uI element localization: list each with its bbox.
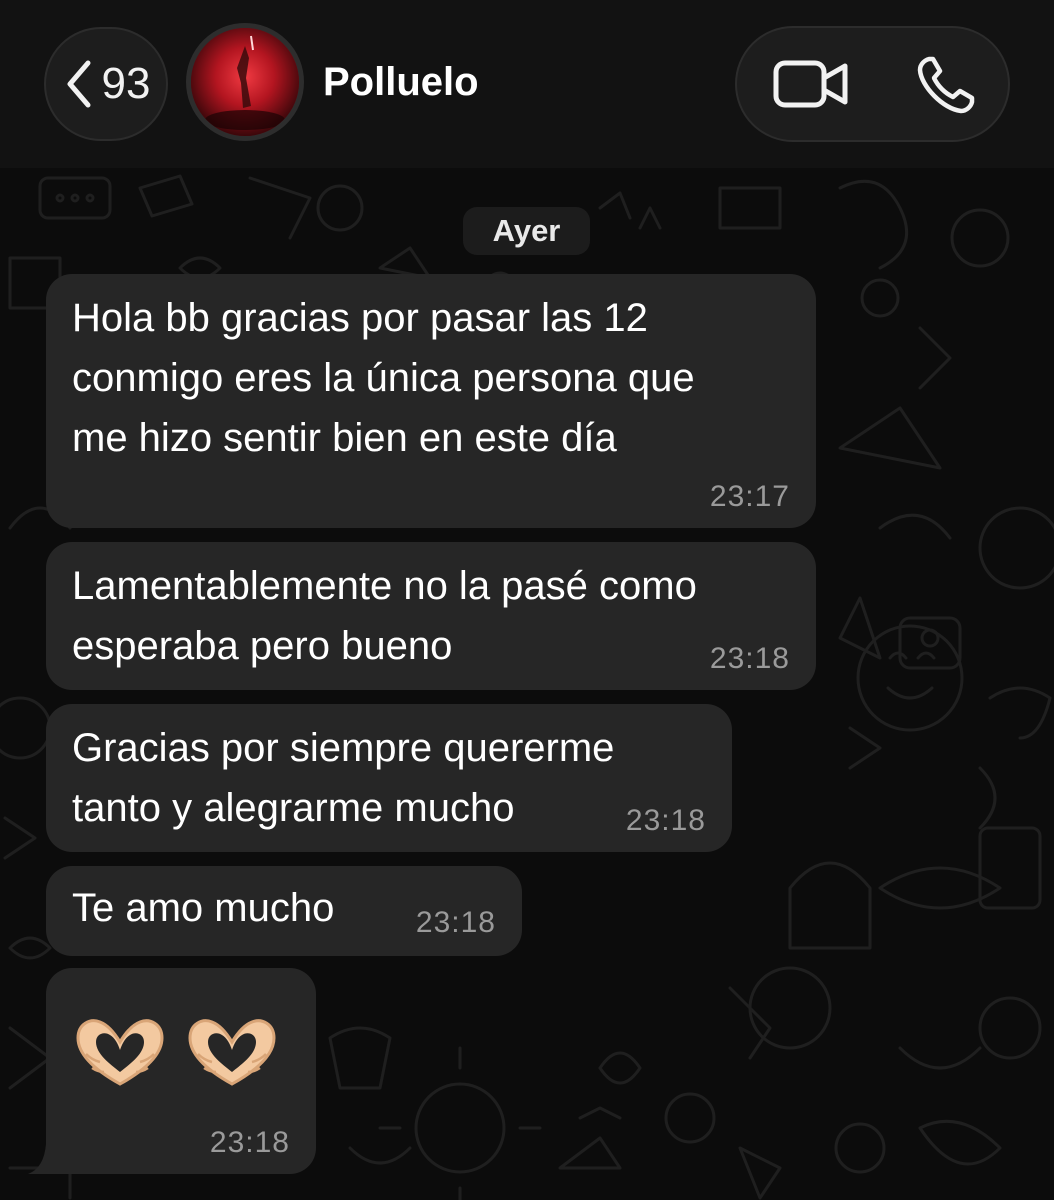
message-time: 23:17 (709, 480, 790, 513)
emoji-message (72, 1014, 280, 1090)
message-time: 23:18 (625, 804, 706, 837)
heart-hands-icon (76, 1019, 164, 1086)
back-button[interactable]: 93 (44, 27, 168, 141)
avatar[interactable] (186, 23, 304, 141)
message-bubble[interactable]: Lamentablemente no la pasé como esperaba… (46, 542, 816, 690)
date-separator: Ayer (463, 207, 590, 255)
avatar-image (191, 28, 299, 136)
call-actions (735, 26, 1010, 142)
message-time: 23:18 (709, 642, 790, 675)
message-text: Te amo mucho (72, 886, 335, 930)
message-bubble[interactable]: Hola bb gracias por pasar las 12 conmigo… (46, 274, 816, 528)
message-time: 23:18 (209, 1126, 290, 1159)
unread-count: 93 (101, 59, 151, 108)
message-time: 23:18 (415, 906, 496, 939)
heart-hands-icon (188, 1019, 276, 1086)
message-bubble[interactable]: 23:18 (46, 968, 316, 1174)
message-text: Hola bb gracias por pasar las 12 conmigo… (72, 296, 695, 460)
message-bubble[interactable]: Te amo mucho 23:18 (46, 866, 522, 956)
chat-area[interactable]: Ayer Hola bb gracias por pasar las 12 co… (0, 168, 1054, 1200)
contact-name[interactable]: Polluelo (323, 60, 479, 105)
video-call-icon[interactable] (773, 58, 849, 110)
message-text: Gracias por siempre quererme tanto y ale… (72, 726, 615, 830)
phone-call-icon[interactable] (915, 54, 977, 116)
message-text: Lamentablemente no la pasé como esperaba… (72, 564, 697, 668)
message-bubble[interactable]: Gracias por siempre quererme tanto y ale… (46, 704, 732, 852)
chat-header: 93 Polluelo (0, 0, 1054, 168)
chevron-left-icon (67, 60, 91, 108)
